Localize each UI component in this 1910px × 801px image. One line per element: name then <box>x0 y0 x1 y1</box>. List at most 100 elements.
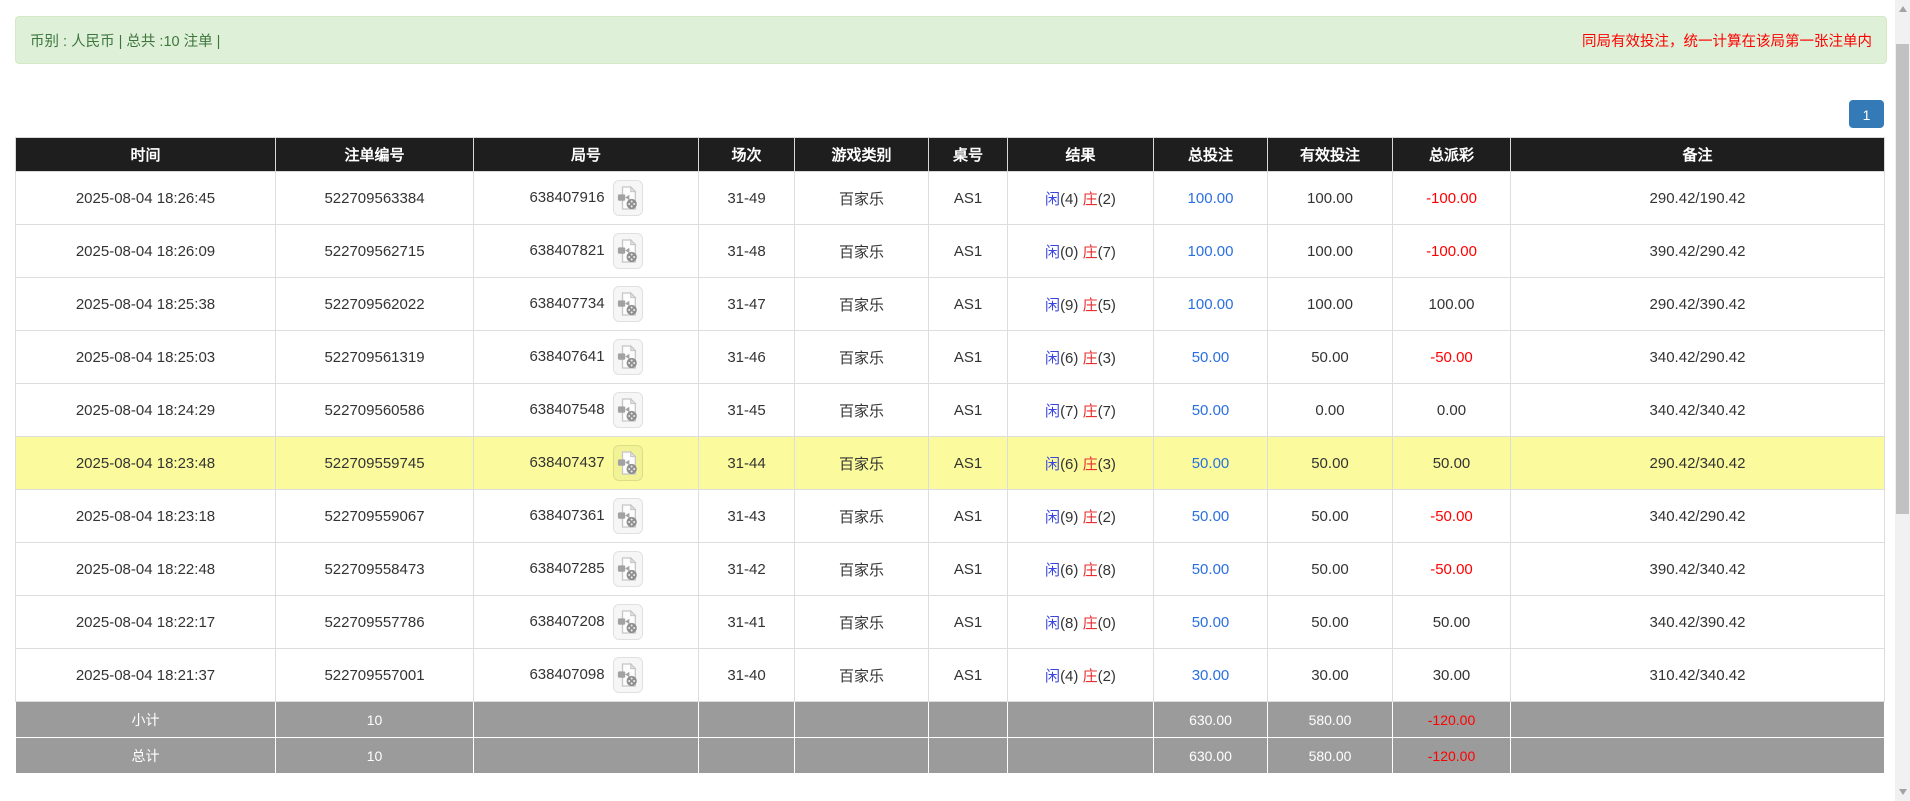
time-cell: 2025-08-04 18:21:37 <box>15 648 276 702</box>
round-id: 638407098 <box>529 665 605 683</box>
total-bet-link[interactable]: 100.00 <box>1188 243 1234 260</box>
result-cell: 闲(6) 庄(3) <box>1007 436 1154 490</box>
remark-cell: 340.42/290.42 <box>1510 489 1885 543</box>
total-bet-cell: 100.00 <box>1153 171 1268 225</box>
scrollbar-thumb[interactable] <box>1896 44 1909 514</box>
table-body: 2025-08-04 18:26:45 522709563384 6384079… <box>15 171 1885 702</box>
video-replay-icon[interactable] <box>612 392 643 428</box>
video-replay-icon[interactable] <box>612 445 643 481</box>
currency-summary-text: 币别 : 人民币 | 总共 :10 注单 | <box>30 33 221 50</box>
valid-bet-cell: 50.00 <box>1267 542 1393 596</box>
time-cell: 2025-08-04 18:23:18 <box>15 489 276 543</box>
column-header: 结果 <box>1007 137 1154 172</box>
total-bet-link[interactable]: 100.00 <box>1188 190 1234 207</box>
payout-cell: -50.00 <box>1392 330 1511 384</box>
session-cell: 31-45 <box>698 383 795 437</box>
round-cell: 638407734 <box>473 277 699 331</box>
summary-remark-cell <box>1510 737 1885 774</box>
result-player-points: (9) <box>1060 508 1079 526</box>
table-no-cell: AS1 <box>928 489 1008 543</box>
valid-bet-cell: 100.00 <box>1267 171 1393 225</box>
total-bet-link[interactable]: 50.00 <box>1192 508 1230 525</box>
table-no-cell: AS1 <box>928 224 1008 278</box>
total-bet-link[interactable]: 30.00 <box>1192 667 1230 684</box>
summary-valid-bet-cell: 580.00 <box>1267 737 1393 774</box>
result-cell: 闲(7) 庄(7) <box>1007 383 1154 437</box>
payout-cell: -50.00 <box>1392 489 1511 543</box>
remark-cell: 290.42/340.42 <box>1510 436 1885 490</box>
bet-id-cell: 522709559745 <box>275 436 474 490</box>
video-replay-icon[interactable] <box>612 180 643 216</box>
video-replay-icon[interactable] <box>612 233 643 269</box>
scrollbar-up-arrow-icon[interactable] <box>1899 6 1907 12</box>
total-bet-link[interactable]: 50.00 <box>1192 402 1230 419</box>
result-banker-points: (8) <box>1097 561 1116 579</box>
summary-remark-cell <box>1510 701 1885 738</box>
video-replay-icon[interactable] <box>612 339 643 375</box>
result-player-points: (6) <box>1060 455 1079 473</box>
session-cell: 31-42 <box>698 542 795 596</box>
result-banker-points: (2) <box>1097 508 1116 526</box>
result-banker-label: 庄 <box>1082 190 1098 208</box>
session-cell: 31-44 <box>698 436 795 490</box>
summary-total-bet-cell: 630.00 <box>1153 737 1268 774</box>
total-bet-link[interactable]: 50.00 <box>1192 561 1230 578</box>
result-banker-label: 庄 <box>1082 667 1098 685</box>
table-no-cell: AS1 <box>928 436 1008 490</box>
column-header: 场次 <box>698 137 795 172</box>
total-bet-link[interactable]: 50.00 <box>1192 455 1230 472</box>
video-replay-icon[interactable] <box>612 657 643 693</box>
pagination-page-1-button[interactable]: 1 <box>1849 100 1884 128</box>
session-cell: 31-49 <box>698 171 795 225</box>
bet-id-cell: 522709557001 <box>275 648 474 702</box>
round-id: 638407821 <box>529 241 605 259</box>
table-no-cell: AS1 <box>928 383 1008 437</box>
remark-cell: 340.42/390.42 <box>1510 595 1885 649</box>
total-bet-link[interactable]: 100.00 <box>1188 296 1234 313</box>
video-replay-icon[interactable] <box>612 604 643 640</box>
total-bet-cell: 50.00 <box>1153 542 1268 596</box>
summary-valid-bet-cell: 580.00 <box>1267 701 1393 738</box>
betting-records-page: 币别 : 人民币 | 总共 :10 注单 | 同局有效投注，统一计算在该局第一张… <box>0 0 1910 801</box>
table-no-cell: AS1 <box>928 330 1008 384</box>
valid-bet-cell: 30.00 <box>1267 648 1393 702</box>
vertical-scrollbar[interactable] <box>1895 0 1910 801</box>
valid-bet-cell: 0.00 <box>1267 383 1393 437</box>
time-cell: 2025-08-04 18:25:03 <box>15 330 276 384</box>
session-cell: 31-40 <box>698 648 795 702</box>
column-header: 注单编号 <box>275 137 474 172</box>
round-cell: 638407916 <box>473 171 699 225</box>
result-banker-points: (7) <box>1097 243 1116 261</box>
result-player-points: (6) <box>1060 349 1079 367</box>
scrollbar-down-arrow-icon[interactable] <box>1899 789 1907 795</box>
payout-cell: 50.00 <box>1392 436 1511 490</box>
round-id: 638407641 <box>529 347 605 365</box>
video-replay-icon[interactable] <box>612 551 643 587</box>
betting-records-table: 时间 注单编号 局号 场次 游戏类别 桌号 结果 总投注 有效投注 总派彩 备注 2025-08-0… <box>15 137 1885 774</box>
round-cell: 638407285 <box>473 542 699 596</box>
total-bet-cell: 30.00 <box>1153 648 1268 702</box>
total-bet-link[interactable]: 50.00 <box>1192 614 1230 631</box>
result-player-label: 闲 <box>1045 561 1061 579</box>
result-banker-points: (7) <box>1097 402 1116 420</box>
header-row: 时间 注单编号 局号 场次 游戏类别 桌号 结果 总投注 有效投注 总派彩 备注 <box>15 137 1885 172</box>
bet-id-cell: 522709562022 <box>275 277 474 331</box>
result-player-points: (4) <box>1060 667 1079 685</box>
result-cell: 闲(8) 庄(0) <box>1007 595 1154 649</box>
betting-records-table-wrap: 时间 注单编号 局号 场次 游戏类别 桌号 结果 总投注 有效投注 总派彩 备注 2025-08-0… <box>15 137 1885 774</box>
column-header: 总投注 <box>1153 137 1268 172</box>
table-row: 2025-08-04 18:24:29 522709560586 6384075… <box>15 383 1885 437</box>
result-cell: 闲(9) 庄(2) <box>1007 489 1154 543</box>
table-no-cell: AS1 <box>928 277 1008 331</box>
valid-bet-cell: 50.00 <box>1267 436 1393 490</box>
table-row: 2025-08-04 18:25:03 522709561319 6384076… <box>15 330 1885 384</box>
total-bet-link[interactable]: 50.00 <box>1192 349 1230 366</box>
result-cell: 闲(4) 庄(2) <box>1007 171 1154 225</box>
table-row: 2025-08-04 18:26:45 522709563384 6384079… <box>15 171 1885 225</box>
bet-id-cell: 522709561319 <box>275 330 474 384</box>
result-player-points: (6) <box>1060 561 1079 579</box>
video-replay-icon[interactable] <box>612 498 643 534</box>
column-header: 时间 <box>15 137 276 172</box>
video-replay-icon[interactable] <box>612 286 643 322</box>
game-type-cell: 百家乐 <box>794 224 929 278</box>
